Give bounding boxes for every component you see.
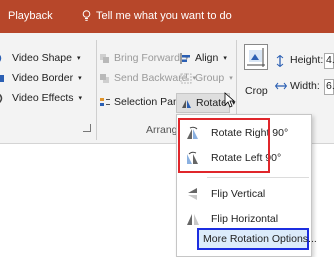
bring-forward-button[interactable]: Bring Forward ▾ xyxy=(99,52,188,64)
height-input[interactable]: 4. xyxy=(324,53,334,69)
flip-horizontal-icon xyxy=(185,212,201,226)
width-icon xyxy=(274,81,288,92)
video-border-label: Video Border xyxy=(12,72,74,84)
align-icon xyxy=(180,52,192,64)
lightbulb-icon xyxy=(82,10,91,22)
align-label: Align xyxy=(195,52,219,64)
flip-vertical-icon xyxy=(185,187,201,201)
group-label: Group xyxy=(195,72,225,84)
dropdown-caret-icon: ▾ xyxy=(229,75,233,82)
width-label-group: Width: xyxy=(274,80,320,92)
ribbon-tab-bar: Playback Tell me what you want to do xyxy=(0,0,334,33)
crop-label[interactable]: Crop xyxy=(245,85,268,97)
align-button[interactable]: Align ▾ xyxy=(180,52,227,64)
menu-item-label: Flip Vertical xyxy=(211,188,266,200)
dropdown-caret-icon: ▾ xyxy=(78,95,83,102)
rotate-button[interactable]: Rotate ▾ xyxy=(176,93,235,113)
selection-pane-button[interactable]: Selection Pane xyxy=(99,96,185,108)
send-backward-icon xyxy=(99,73,111,84)
width-input[interactable]: 6. xyxy=(324,79,334,95)
more-rotation-options-label: More Rotation Options... xyxy=(203,233,317,245)
tab-playback[interactable]: Playback xyxy=(8,10,53,22)
video-border-icon xyxy=(0,73,9,84)
height-label: Height: xyxy=(290,54,324,66)
rotate-label: Rotate xyxy=(196,97,227,109)
menu-item-flip-vertical[interactable]: Flip Vertical xyxy=(177,182,311,206)
group-icon xyxy=(180,73,192,84)
video-effects-icon xyxy=(0,93,9,104)
video-effects-label: Video Effects xyxy=(12,92,74,104)
dropdown-caret-icon: ▾ xyxy=(223,55,227,62)
video-border-button[interactable]: Video Border ▾ xyxy=(0,72,82,84)
tell-me-search[interactable]: Tell me what you want to do xyxy=(82,10,232,22)
dropdown-caret-icon: ▾ xyxy=(76,55,81,62)
menu-item-more-rotation-options[interactable]: More Rotation Options... xyxy=(197,228,317,250)
bring-forward-icon xyxy=(99,53,111,64)
group-separator xyxy=(96,40,97,140)
dropdown-caret-icon: ▾ xyxy=(78,75,82,82)
tell-me-text: Tell me what you want to do xyxy=(96,10,232,22)
video-effects-button[interactable]: Video Effects ▾ xyxy=(0,92,82,104)
rotate-options-highlight xyxy=(178,118,270,173)
video-shape-button[interactable]: Video Shape ▾ xyxy=(0,52,80,64)
video-shape-label: Video Shape xyxy=(12,52,72,64)
send-backward-label: Send Backward xyxy=(114,72,188,84)
height-icon xyxy=(275,54,287,67)
menu-separator xyxy=(207,177,309,178)
dialog-launcher-icon[interactable] xyxy=(83,124,91,132)
group-button[interactable]: Group ▾ xyxy=(180,72,233,84)
menu-item-label: Flip Horizontal xyxy=(211,213,279,225)
height-label-group: Height: xyxy=(275,54,324,67)
selection-pane-label: Selection Pane xyxy=(114,96,185,108)
bring-forward-label: Bring Forward xyxy=(114,52,180,64)
selection-pane-icon xyxy=(99,97,111,108)
crop-icon[interactable] xyxy=(244,44,268,70)
video-shape-icon xyxy=(0,53,9,64)
width-label: Width: xyxy=(290,80,320,92)
rotate-icon xyxy=(181,98,193,109)
mouse-cursor-icon xyxy=(224,92,236,111)
